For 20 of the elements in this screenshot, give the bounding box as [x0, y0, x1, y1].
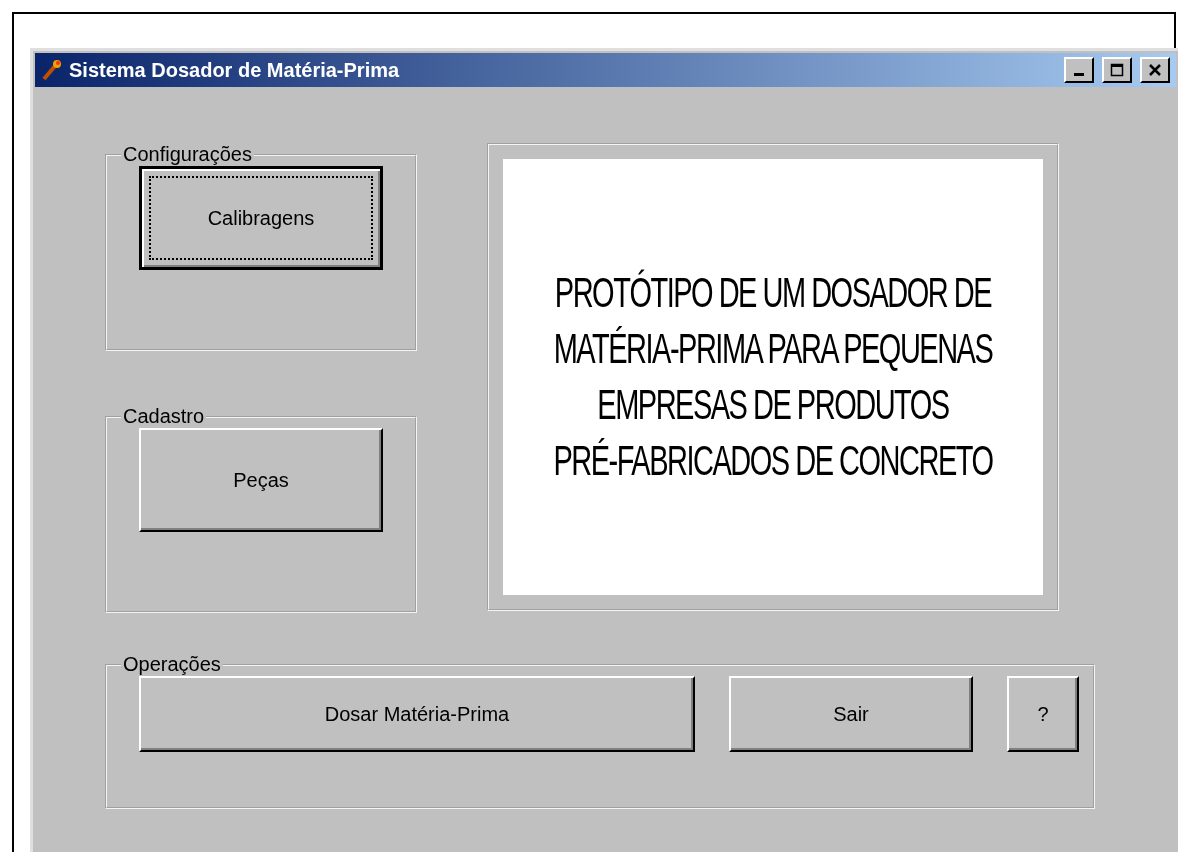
app-icon — [41, 59, 63, 81]
action-button[interactable]: Calibragens — [139, 166, 383, 270]
banner-text: PROTÓTIPO DE UM DOSADOR DE — [554, 268, 992, 319]
close-button[interactable] — [1140, 57, 1170, 83]
banner-text: MATÉRIA-PRIMA PARA PEQUENAS — [553, 324, 993, 375]
minimize-icon — [1074, 73, 1084, 76]
maximize-icon — [1110, 63, 1124, 77]
action-button[interactable]: Sair — [729, 676, 973, 752]
window-title: Sistema Dosador de Matéria-Prima — [69, 58, 401, 82]
action-button[interactable]: Peças — [139, 428, 383, 532]
banner-text: PRÉ-FABRICADOS DE CONCRETO — [553, 436, 993, 487]
action-button[interactable]: Dosar Matéria-Prima — [139, 676, 695, 752]
banner-text: EMPRESAS DE PRODUTOS — [597, 380, 949, 431]
group-title: Configurações — [122, 143, 253, 166]
minimize-button[interactable] — [1064, 57, 1094, 83]
maximize-button[interactable] — [1102, 57, 1132, 83]
group-title: Cadastro — [122, 405, 206, 428]
action-button[interactable]: ? — [1007, 676, 1079, 752]
group-title: Operações — [122, 653, 222, 676]
close-icon — [1148, 63, 1162, 77]
